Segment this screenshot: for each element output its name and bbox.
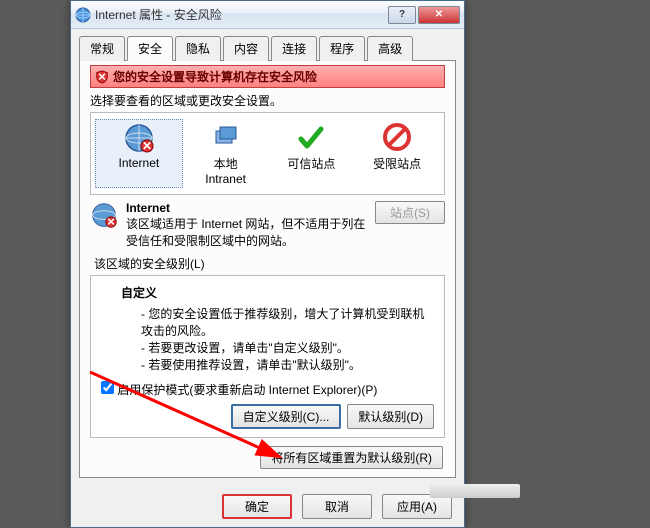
tab-content[interactable]: 内容	[223, 36, 269, 61]
tab-advanced[interactable]: 高级	[367, 36, 413, 61]
tab-panel-security: ✕ 您的安全设置导致计算机存在安全风险 选择要查看的区域或更改安全设置。 ✕ I…	[79, 61, 456, 478]
prohibited-icon	[381, 121, 413, 153]
zone-selector: ✕ Internet 本地 Intranet 可信站点 受限站点	[90, 112, 445, 195]
titlebar[interactable]: Internet 属性 - 安全风险 ? ✕	[71, 1, 464, 29]
svg-text:✕: ✕	[98, 71, 107, 83]
security-warning-bar: ✕ 您的安全设置导致计算机存在安全风险	[90, 65, 445, 88]
help-button[interactable]: ?	[388, 6, 416, 24]
zone-description-row: ✕ Internet 该区域适用于 Internet 网站，但不适用于列在受信任…	[90, 201, 445, 249]
protected-mode-checkbox[interactable]	[101, 381, 114, 394]
security-level-box: 自定义 您的安全设置低于推荐级别，增大了计算机受到联机攻击的风险。 若要更改设置…	[90, 275, 445, 438]
reset-all-zones-button[interactable]: 将所有区域重置为默认级别(R)	[260, 446, 443, 469]
svg-text:✕: ✕	[142, 139, 152, 153]
globe-icon: ✕	[123, 122, 155, 154]
checkmark-icon	[295, 121, 327, 153]
taskbar-fragment	[430, 484, 520, 498]
internet-properties-dialog: Internet 属性 - 安全风险 ? ✕ 常规 安全 隐私 内容 连接 程序…	[70, 0, 465, 528]
default-level-button[interactable]: 默认级别(D)	[347, 404, 434, 429]
tab-general[interactable]: 常规	[79, 36, 125, 61]
tab-privacy[interactable]: 隐私	[175, 36, 221, 61]
zone-intranet[interactable]: 本地 Intranet	[183, 119, 269, 188]
ok-button[interactable]: 确定	[222, 494, 292, 519]
window-title: Internet 属性 - 安全风险	[95, 6, 388, 23]
intranet-icon	[210, 121, 242, 153]
zone-description: 该区域适用于 Internet 网站，但不适用于列在受信任和受限制区域中的网站。	[126, 217, 365, 248]
protected-mode-label: 启用保护模式(要求重新启动 Internet Explorer)(P)	[117, 383, 377, 397]
tab-security[interactable]: 安全	[127, 36, 173, 61]
protected-mode-row[interactable]: 启用保护模式(要求重新启动 Internet Explorer)(P)	[101, 383, 377, 397]
custom-level-button[interactable]: 自定义级别(C)...	[231, 404, 342, 429]
globe-icon	[75, 7, 91, 23]
shield-warning-icon: ✕	[95, 70, 109, 84]
tab-bar: 常规 安全 隐私 内容 连接 程序 高级	[79, 35, 456, 61]
level-description-list: 您的安全设置低于推荐级别，增大了计算机受到联机攻击的风险。 若要更改设置，请单击…	[141, 305, 434, 373]
tab-programs[interactable]: 程序	[319, 36, 365, 61]
globe-warning-icon: ✕	[90, 201, 118, 229]
security-level-label: 该区域的安全级别(L)	[94, 255, 445, 272]
warning-text: 您的安全设置导致计算机存在安全风险	[113, 68, 317, 85]
cancel-button[interactable]: 取消	[302, 494, 372, 519]
svg-text:✕: ✕	[107, 217, 116, 229]
zone-name: Internet	[126, 201, 170, 215]
zone-restricted[interactable]: 受限站点	[354, 119, 440, 188]
sites-button[interactable]: 站点(S)	[375, 201, 445, 224]
level-title: 自定义	[121, 284, 434, 301]
close-button[interactable]: ✕	[418, 6, 460, 24]
dialog-button-row: 确定 取消 应用(A)	[71, 486, 464, 527]
zone-prompt: 选择要查看的区域或更改安全设置。	[90, 92, 445, 109]
tab-connections[interactable]: 连接	[271, 36, 317, 61]
zone-internet[interactable]: ✕ Internet	[95, 119, 183, 188]
zone-trusted[interactable]: 可信站点	[269, 119, 355, 188]
